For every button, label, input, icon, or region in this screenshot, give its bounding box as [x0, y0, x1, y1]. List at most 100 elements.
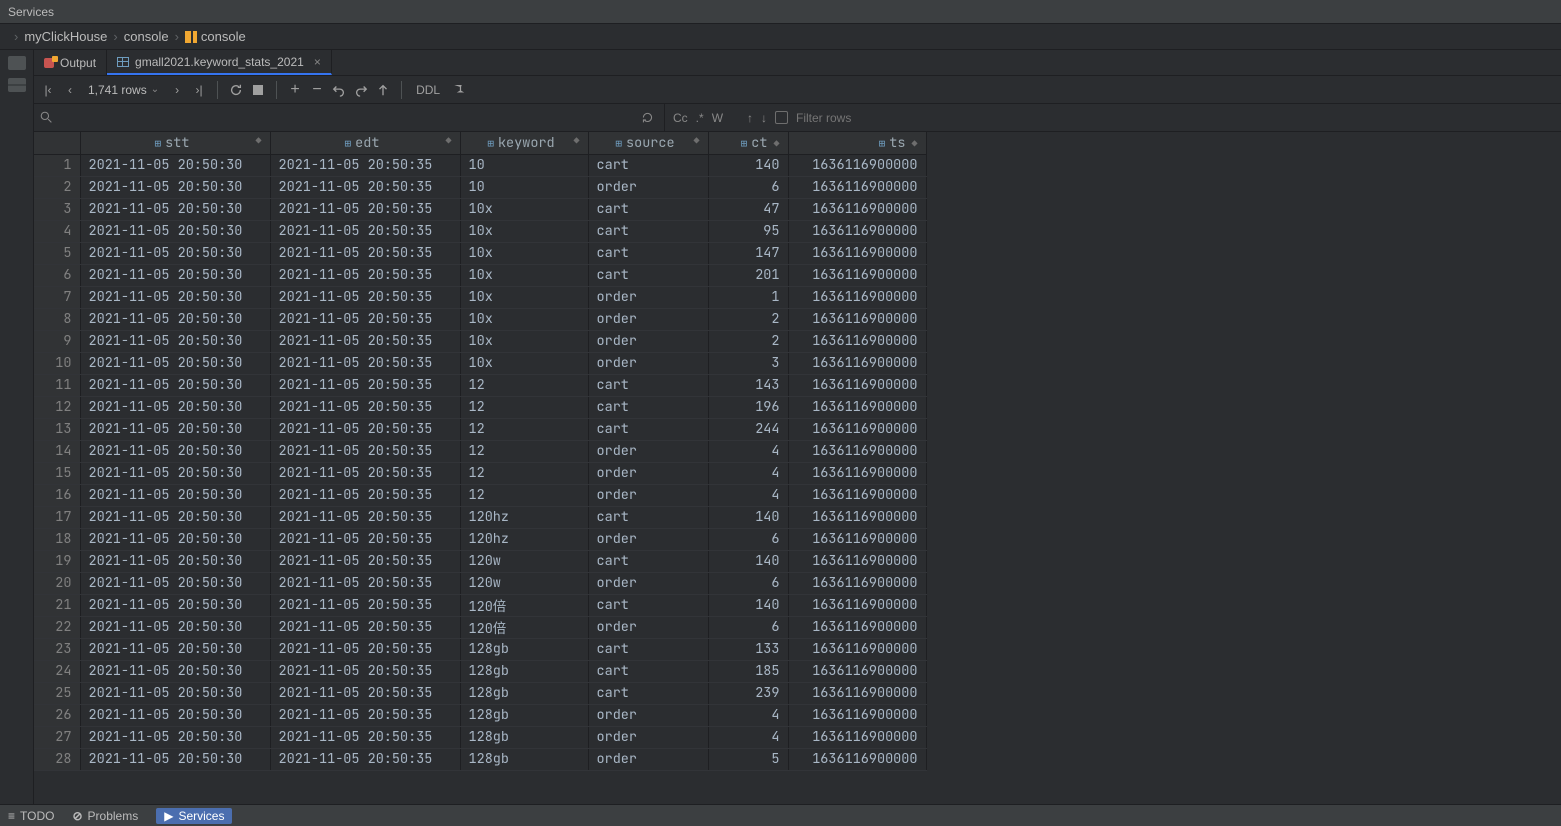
- table-row[interactable]: 12021-11-05 20:50:302021-11-05 20:50:351…: [34, 154, 926, 176]
- status-todo[interactable]: ≡ TODO: [8, 809, 54, 823]
- row-number-cell[interactable]: 5: [34, 242, 80, 264]
- column-header-keyword[interactable]: ⊞keyword◆: [460, 132, 588, 154]
- table-row[interactable]: 22021-11-05 20:50:302021-11-05 20:50:351…: [34, 176, 926, 198]
- cell-ct[interactable]: 244: [708, 418, 788, 440]
- cell-source[interactable]: cart: [588, 374, 708, 396]
- cell-ts[interactable]: 1636116900000: [788, 462, 926, 484]
- table-row[interactable]: 132021-11-05 20:50:302021-11-05 20:50:35…: [34, 418, 926, 440]
- column-header-edt[interactable]: ⊞edt◆: [270, 132, 460, 154]
- cell-ct[interactable]: 185: [708, 660, 788, 682]
- cell-ct[interactable]: 2: [708, 308, 788, 330]
- breadcrumb-console-group[interactable]: console: [124, 29, 169, 44]
- cell-edt[interactable]: 2021-11-05 20:50:35: [270, 704, 460, 726]
- row-number-cell[interactable]: 7: [34, 286, 80, 308]
- cell-edt[interactable]: 2021-11-05 20:50:35: [270, 264, 460, 286]
- cell-stt[interactable]: 2021-11-05 20:50:30: [80, 528, 270, 550]
- table-row[interactable]: 92021-11-05 20:50:302021-11-05 20:50:351…: [34, 330, 926, 352]
- cell-ts[interactable]: 1636116900000: [788, 440, 926, 462]
- add-row-button[interactable]: +: [285, 80, 305, 100]
- cell-source[interactable]: cart: [588, 264, 708, 286]
- cell-source[interactable]: order: [588, 308, 708, 330]
- cell-keyword[interactable]: 120w: [460, 550, 588, 572]
- cell-edt[interactable]: 2021-11-05 20:50:35: [270, 330, 460, 352]
- cell-source[interactable]: order: [588, 726, 708, 748]
- cell-stt[interactable]: 2021-11-05 20:50:30: [80, 396, 270, 418]
- commit-redo-button[interactable]: [351, 80, 371, 100]
- cell-edt[interactable]: 2021-11-05 20:50:35: [270, 726, 460, 748]
- cell-source[interactable]: order: [588, 572, 708, 594]
- cell-stt[interactable]: 2021-11-05 20:50:30: [80, 638, 270, 660]
- cell-stt[interactable]: 2021-11-05 20:50:30: [80, 352, 270, 374]
- row-number-cell[interactable]: 2: [34, 176, 80, 198]
- cell-ts[interactable]: 1636116900000: [788, 330, 926, 352]
- cell-keyword[interactable]: 10x: [460, 308, 588, 330]
- history-icon[interactable]: [641, 111, 654, 124]
- cell-source[interactable]: order: [588, 528, 708, 550]
- cell-edt[interactable]: 2021-11-05 20:50:35: [270, 220, 460, 242]
- row-number-cell[interactable]: 21: [34, 594, 80, 616]
- table-row[interactable]: 192021-11-05 20:50:302021-11-05 20:50:35…: [34, 550, 926, 572]
- cell-ct[interactable]: 201: [708, 264, 788, 286]
- table-row[interactable]: 262021-11-05 20:50:302021-11-05 20:50:35…: [34, 704, 926, 726]
- cell-stt[interactable]: 2021-11-05 20:50:30: [80, 154, 270, 176]
- cell-ts[interactable]: 1636116900000: [788, 176, 926, 198]
- cell-ts[interactable]: 1636116900000: [788, 308, 926, 330]
- cell-ts[interactable]: 1636116900000: [788, 396, 926, 418]
- cell-keyword[interactable]: 12: [460, 374, 588, 396]
- table-row[interactable]: 252021-11-05 20:50:302021-11-05 20:50:35…: [34, 682, 926, 704]
- cell-edt[interactable]: 2021-11-05 20:50:35: [270, 748, 460, 770]
- cell-ct[interactable]: 95: [708, 220, 788, 242]
- cell-source[interactable]: cart: [588, 682, 708, 704]
- cell-edt[interactable]: 2021-11-05 20:50:35: [270, 506, 460, 528]
- cell-ct[interactable]: 143: [708, 374, 788, 396]
- status-problems[interactable]: ⊘ Problems: [72, 809, 138, 823]
- cell-source[interactable]: order: [588, 704, 708, 726]
- cell-ts[interactable]: 1636116900000: [788, 616, 926, 638]
- breadcrumb-datasource[interactable]: myClickHouse: [24, 29, 107, 44]
- cell-ct[interactable]: 4: [708, 440, 788, 462]
- cell-keyword[interactable]: 12: [460, 418, 588, 440]
- cell-ct[interactable]: 133: [708, 638, 788, 660]
- cell-keyword[interactable]: 12: [460, 396, 588, 418]
- cell-edt[interactable]: 2021-11-05 20:50:35: [270, 198, 460, 220]
- arrow-down-icon[interactable]: ↓: [761, 111, 767, 125]
- cell-ct[interactable]: 6: [708, 572, 788, 594]
- cell-stt[interactable]: 2021-11-05 20:50:30: [80, 748, 270, 770]
- cell-ct[interactable]: 140: [708, 594, 788, 616]
- cell-ts[interactable]: 1636116900000: [788, 528, 926, 550]
- row-number-cell[interactable]: 18: [34, 528, 80, 550]
- cell-stt[interactable]: 2021-11-05 20:50:30: [80, 264, 270, 286]
- tab-result-table[interactable]: gmall2021.keyword_stats_2021 ×: [107, 50, 332, 75]
- cell-source[interactable]: cart: [588, 660, 708, 682]
- cell-stt[interactable]: 2021-11-05 20:50:30: [80, 484, 270, 506]
- cell-source[interactable]: order: [588, 352, 708, 374]
- cell-ct[interactable]: 239: [708, 682, 788, 704]
- cell-ts[interactable]: 1636116900000: [788, 286, 926, 308]
- row-number-cell[interactable]: 17: [34, 506, 80, 528]
- cell-ts[interactable]: 1636116900000: [788, 220, 926, 242]
- cell-ct[interactable]: 6: [708, 616, 788, 638]
- results-grid[interactable]: ⊞stt◆ ⊞edt◆ ⊞keyword◆ ⊞source◆ ⊞ct◆ ⊞ts◆…: [34, 132, 1561, 804]
- cell-ct[interactable]: 140: [708, 550, 788, 572]
- submit-button[interactable]: [373, 80, 393, 100]
- cell-ct[interactable]: 1: [708, 286, 788, 308]
- cell-ct[interactable]: 5: [708, 748, 788, 770]
- cell-ct[interactable]: 140: [708, 506, 788, 528]
- cell-stt[interactable]: 2021-11-05 20:50:30: [80, 418, 270, 440]
- cell-ts[interactable]: 1636116900000: [788, 506, 926, 528]
- column-header-ct[interactable]: ⊞ct◆: [708, 132, 788, 154]
- cell-keyword[interactable]: 120hz: [460, 528, 588, 550]
- cell-stt[interactable]: 2021-11-05 20:50:30: [80, 660, 270, 682]
- cell-edt[interactable]: 2021-11-05 20:50:35: [270, 594, 460, 616]
- cell-ts[interactable]: 1636116900000: [788, 484, 926, 506]
- words-button[interactable]: W: [712, 111, 723, 125]
- table-row[interactable]: 42021-11-05 20:50:302021-11-05 20:50:351…: [34, 220, 926, 242]
- delete-row-button[interactable]: −: [307, 80, 327, 100]
- table-row[interactable]: 82021-11-05 20:50:302021-11-05 20:50:351…: [34, 308, 926, 330]
- cell-ts[interactable]: 1636116900000: [788, 572, 926, 594]
- table-row[interactable]: 102021-11-05 20:50:302021-11-05 20:50:35…: [34, 352, 926, 374]
- row-number-cell[interactable]: 12: [34, 396, 80, 418]
- tab-output[interactable]: Output: [34, 50, 107, 75]
- cell-ct[interactable]: 4: [708, 704, 788, 726]
- cell-ts[interactable]: 1636116900000: [788, 154, 926, 176]
